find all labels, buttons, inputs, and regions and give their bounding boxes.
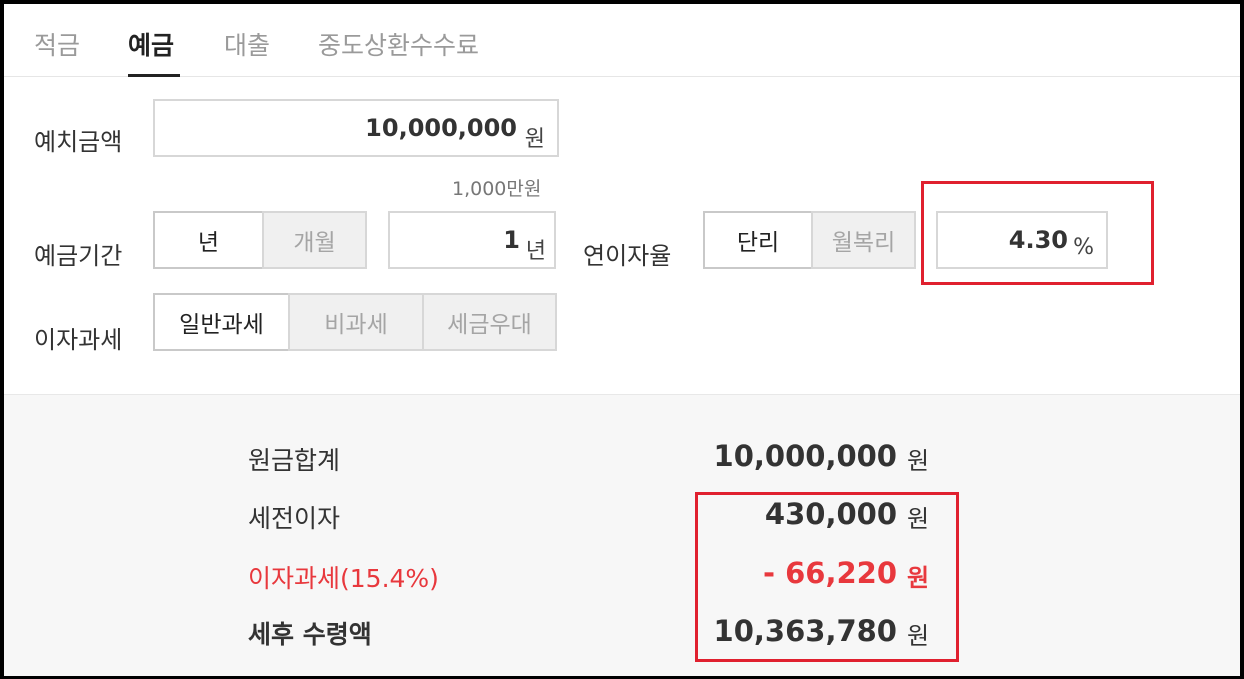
pretax-interest-label: 세전이자 — [248, 504, 341, 533]
annual-rate-label: 연이자율 — [583, 242, 672, 270]
tax-exempt-option[interactable]: 비과세 — [288, 293, 424, 351]
result-panel: 원금합계 10,000,000 원 세전이자 430,000 원 이자과세(15… — [4, 394, 1240, 676]
period-unit-year-option[interactable]: 년 — [153, 211, 264, 269]
active-tab-indicator — [128, 74, 180, 77]
tab-deposit[interactable]: 예금 — [128, 26, 174, 62]
period-value-unit: 년 — [525, 239, 546, 264]
tax-type-label: 이자과세 — [34, 326, 123, 354]
period-value-input[interactable]: 1 년 — [388, 211, 556, 269]
period-value: 1 — [503, 226, 520, 254]
principal-total-unit: 원 — [907, 447, 930, 475]
deposit-amount-unit: 원 — [524, 127, 545, 152]
net-amount-label: 세후 수령액 — [248, 620, 372, 649]
deposit-amount-label: 예치금액 — [34, 128, 123, 156]
tab-installment-savings[interactable]: 적금 — [34, 26, 80, 62]
principal-total-value: 10,000,000 — [713, 439, 897, 473]
tax-preferential-option[interactable]: 세금우대 — [422, 293, 557, 351]
tab-bar: 적금 예금 대출 중도상환수수료 — [4, 8, 1240, 77]
interest-tax-label: 이자과세(15.4%) — [248, 564, 439, 593]
tab-loan[interactable]: 대출 — [224, 26, 270, 62]
deposit-amount-input[interactable]: 10,000,000 원 — [153, 99, 559, 157]
tax-general-option[interactable]: 일반과세 — [153, 293, 290, 351]
simple-interest-option[interactable]: 단리 — [703, 211, 813, 269]
calculator-frame: 적금 예금 대출 중도상환수수료 예치금액 10,000,000 원 1,000… — [0, 0, 1244, 679]
deposit-period-label: 예금기간 — [34, 242, 123, 270]
monthly-compound-option[interactable]: 월복리 — [811, 211, 916, 269]
period-unit-month-option[interactable]: 개월 — [262, 211, 367, 269]
deposit-amount-value: 10,000,000 — [365, 114, 517, 142]
principal-total-label: 원금합계 — [248, 446, 341, 475]
result-highlight-box — [695, 492, 959, 662]
deposit-amount-hint: 1,000만원 — [452, 178, 542, 200]
rate-highlight-box — [921, 181, 1154, 285]
tab-prepayment-fee[interactable]: 중도상환수수료 — [318, 26, 479, 62]
